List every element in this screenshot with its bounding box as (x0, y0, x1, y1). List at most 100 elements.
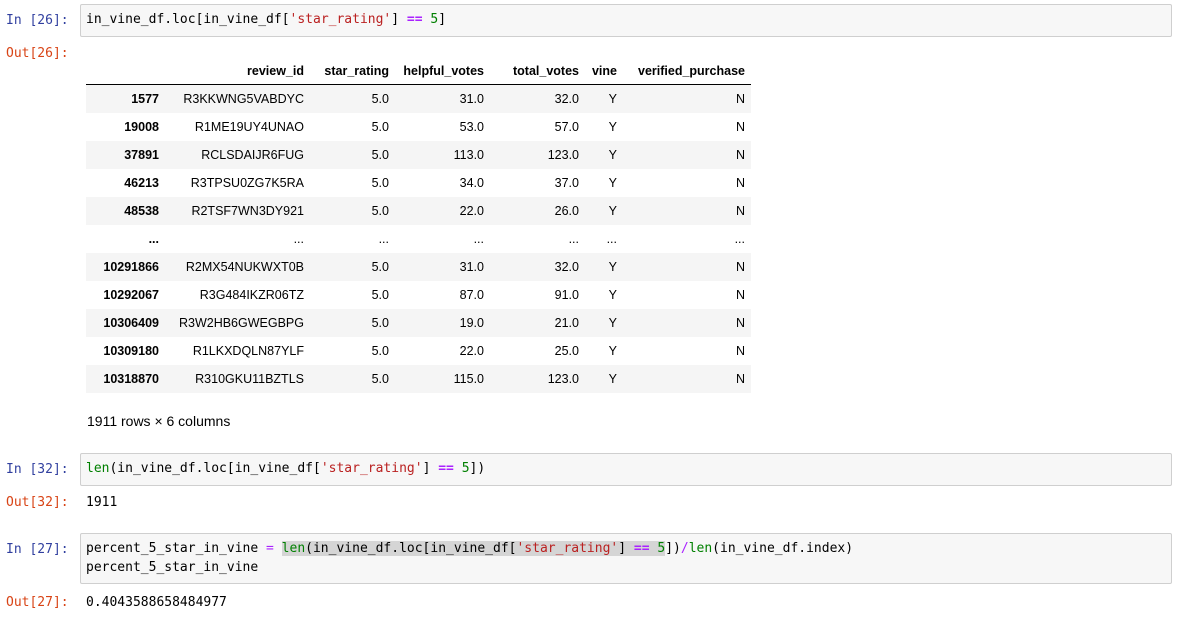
table-cell: R1LKXDQLN87YLF (192, 344, 304, 358)
table-cell: N (735, 316, 745, 330)
code-operator: / (680, 541, 689, 556)
table-cell: N (735, 372, 745, 386)
table-cell: ... (473, 232, 484, 246)
table-cell: 115.0 (453, 372, 484, 386)
dataframe-table: review_id star_rating helpful_votes tota… (86, 58, 751, 393)
table-cell: Y (608, 372, 617, 386)
row-index: 48538 (124, 204, 159, 218)
table-cell: Y (608, 260, 617, 274)
code-cell-26[interactable]: in_vine_df.loc[in_vine_df['star_rating']… (80, 4, 1172, 37)
table-cell: Y (608, 288, 617, 302)
code-token: .loc[ (164, 12, 204, 27)
row-index: 19008 (124, 120, 159, 134)
output-prompt-32: Out[32]: (6, 495, 69, 510)
table-cell: 37.0 (554, 176, 579, 190)
table-cell: R3TPSU0ZG7K5RA (190, 176, 304, 190)
row-index: ... (148, 232, 159, 246)
code-token: percent_5_star_in_vine (86, 560, 259, 575)
column-header: vine (585, 58, 623, 85)
table-cell: 5.0 (371, 316, 389, 330)
code-operator: = (266, 541, 274, 556)
code-cell-32[interactable]: len(in_vine_df.loc[in_vine_df['star_rati… (80, 453, 1172, 486)
table-cell: 5.0 (371, 176, 389, 190)
table-cell: 25.0 (554, 344, 579, 358)
table-cell: 5.0 (371, 148, 389, 162)
table-cell: 5.0 (371, 204, 389, 218)
table-cell: 113.0 (453, 148, 484, 162)
table-cell: 123.0 (547, 148, 579, 162)
code-block: percent_5_star_in_vine = len(in_vine_df.… (81, 534, 1171, 582)
table-row: 19008 R1ME19UY4UNAO 5.0 53.0 57.0 Y N (86, 113, 751, 141)
table-cell: Y (608, 344, 617, 358)
table-cell: 5.0 (371, 344, 389, 358)
table-cell: 57.0 (554, 120, 579, 134)
code-operator: == (633, 541, 650, 556)
code-token: in_vine_df (86, 12, 165, 27)
column-header: verified_purchase (623, 58, 751, 85)
code-token: in_vine_df[ (203, 12, 290, 27)
column-header: review_id (165, 58, 310, 85)
code-token: (in_vine_df.loc[in_vine_df[ (305, 541, 517, 556)
table-cell: ... (606, 232, 617, 246)
input-prompt-26: In [26]: (6, 13, 69, 28)
table-cell: 31.0 (459, 260, 484, 274)
row-index: 10318870 (103, 372, 159, 386)
table-cell: 31.0 (459, 92, 484, 106)
code-token: ] (618, 541, 627, 556)
table-cell: R310GKU11BZTLS (195, 372, 304, 386)
table-cell: N (735, 288, 745, 302)
table-cell: Y (608, 204, 617, 218)
code-line: len(in_vine_df.loc[in_vine_df['star_rati… (81, 454, 1171, 483)
table-row-ellipsis: ... ... ... ... ... ... ... (86, 225, 751, 253)
output-prompt-26: Out[26]: (6, 46, 69, 61)
row-index: 46213 (124, 176, 159, 190)
table-cell: Y (608, 92, 617, 106)
input-prompt-27: In [27]: (6, 542, 69, 557)
table-cell: N (735, 92, 745, 106)
table-cell: 5.0 (371, 372, 389, 386)
table-cell: ... (293, 232, 304, 246)
code-builtin: len (688, 541, 713, 556)
code-builtin: len (281, 541, 306, 556)
input-prompt-32: In [32]: (6, 462, 69, 477)
table-cell: 123.0 (547, 372, 579, 386)
cell-output: 0.4043588658484977 (86, 595, 227, 610)
row-index: 37891 (124, 148, 159, 162)
code-token: (in_vine_df.loc[in_vine_df[ (109, 461, 321, 476)
table-cell: 22.0 (459, 344, 484, 358)
table-cell: ... (378, 232, 389, 246)
column-header: star_rating (310, 58, 395, 85)
table-cell: Y (608, 148, 617, 162)
table-cell: Y (608, 120, 617, 134)
table-cell: Y (608, 176, 617, 190)
table-cell: R3KKWNG5VABDYC (183, 92, 304, 106)
code-operator: == (406, 12, 423, 27)
table-row: 37891 RCLSDAIJR6FUG 5.0 113.0 123.0 Y N (86, 141, 751, 169)
column-header: total_votes (490, 58, 585, 85)
index-header (86, 58, 165, 85)
table-cell: 5.0 (371, 288, 389, 302)
table-cell: 26.0 (554, 204, 579, 218)
table-row: 10291866 R2MX54NUKWXT0B 5.0 31.0 32.0 Y … (86, 253, 751, 281)
code-cell-27[interactable]: percent_5_star_in_vine = len(in_vine_df.… (80, 533, 1172, 584)
table-cell: 32.0 (554, 92, 579, 106)
table-cell: N (735, 176, 745, 190)
table-cell: Y (608, 316, 617, 330)
row-index: 10291866 (103, 260, 159, 274)
table-cell: N (735, 344, 745, 358)
table-cell: R2TSF7WN3DY921 (191, 204, 304, 218)
table-row: 48538 R2TSF7WN3DY921 5.0 22.0 26.0 Y N (86, 197, 751, 225)
table-row: 10292067 R3G484IKZR06TZ 5.0 87.0 91.0 Y … (86, 281, 751, 309)
table-cell: N (735, 148, 745, 162)
table-row: 10309180 R1LKXDQLN87YLF 5.0 22.0 25.0 Y … (86, 337, 751, 365)
table-cell: R3W2HB6GWEGBPG (178, 316, 304, 330)
table-cell: N (735, 260, 745, 274)
code-string: 'star_rating' (516, 541, 619, 556)
code-token: percent_5_star_in_vine (86, 541, 259, 556)
code-operator: == (438, 461, 454, 476)
row-index: 10306409 (103, 316, 159, 330)
table-cell: 5.0 (371, 120, 389, 134)
code-string: 'star_rating' (289, 12, 392, 27)
table-cell: 22.0 (459, 204, 484, 218)
row-index: 1577 (131, 92, 159, 106)
